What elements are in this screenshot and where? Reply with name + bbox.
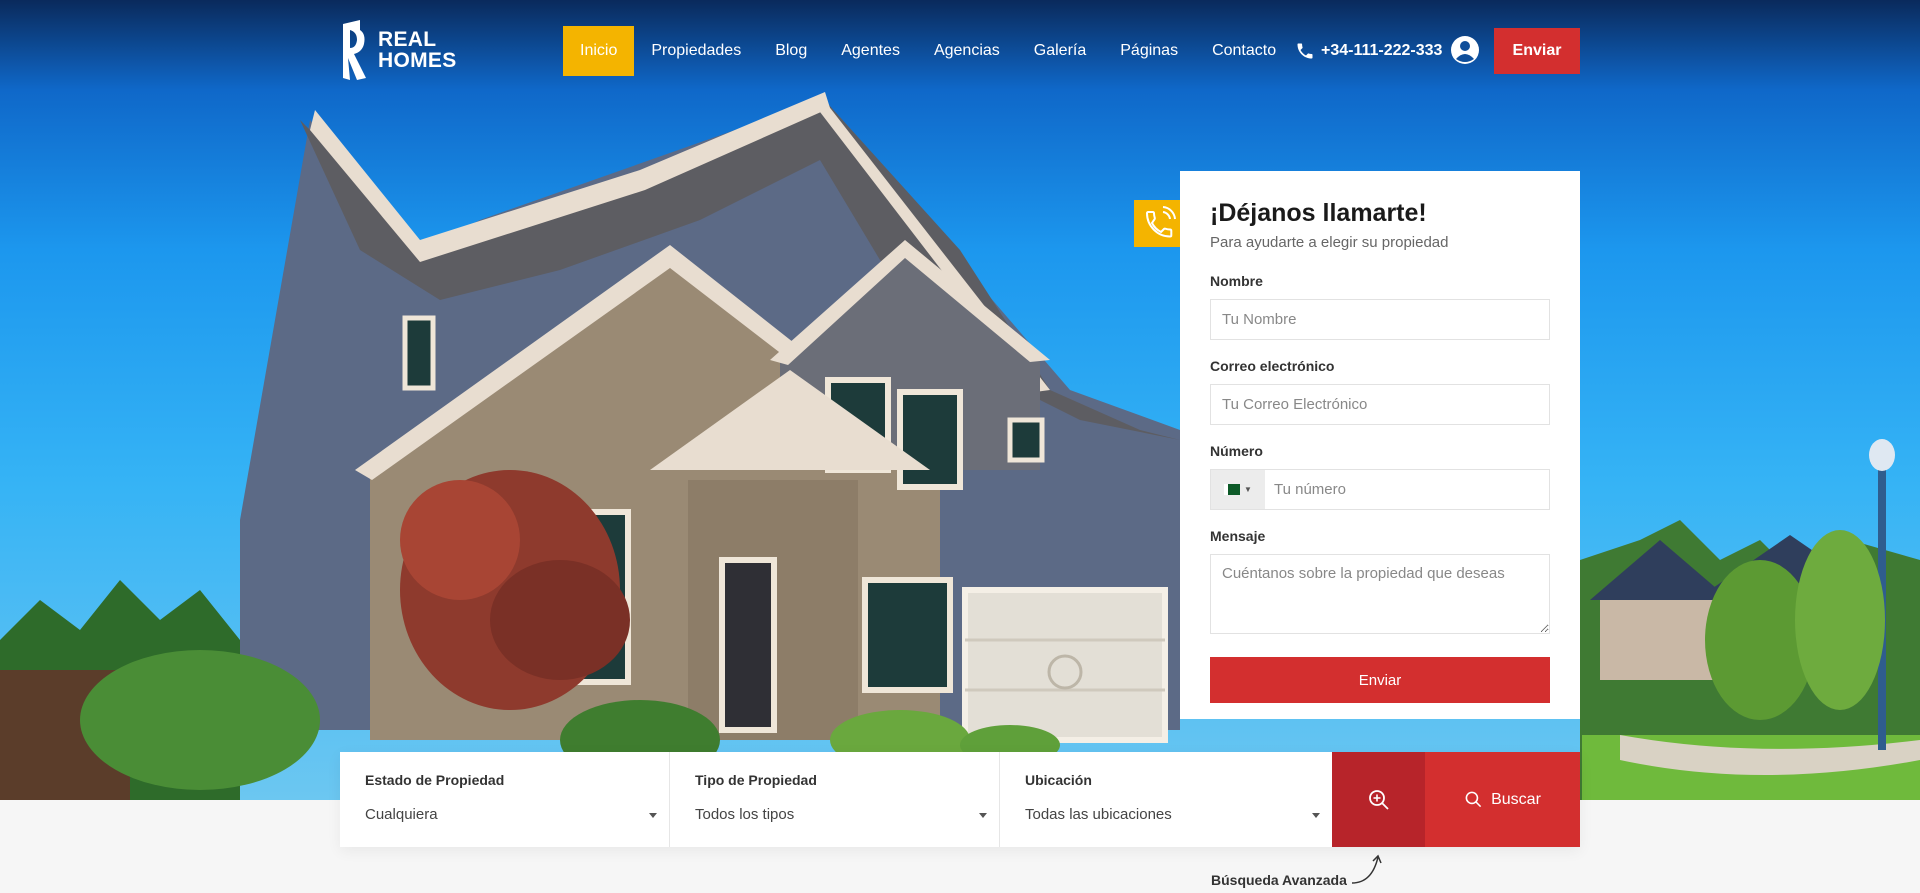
chevron-down-icon: ▼ xyxy=(1244,485,1252,494)
nav-item-propiedades[interactable]: Propiedades xyxy=(634,26,758,76)
chevron-down-icon xyxy=(649,813,657,818)
callback-subtitle: Para ayudarte a elegir su propiedad xyxy=(1210,234,1449,251)
hero-house-image xyxy=(0,92,1920,800)
callback-title: ¡Déjanos llamarte! xyxy=(1210,199,1427,227)
advanced-search-note: Búsqueda Avanzada xyxy=(1211,872,1347,888)
nav-item-agencias[interactable]: Agencias xyxy=(917,26,1017,76)
search-button-label: Buscar xyxy=(1491,790,1541,808)
logo-icon xyxy=(343,20,366,80)
property-search-bar: Estado de Propiedad Cualquiera Tipo de P… xyxy=(340,752,1580,847)
user-circle-icon[interactable] xyxy=(1450,35,1480,65)
property-status-select[interactable]: Estado de Propiedad Cualquiera xyxy=(340,752,670,847)
nav-item-galeria[interactable]: Galería xyxy=(1017,26,1103,76)
nav-item-contacto[interactable]: Contacto xyxy=(1195,26,1293,76)
property-status-label: Estado de Propiedad xyxy=(365,772,505,788)
zoom-in-icon xyxy=(1368,789,1389,810)
nav-item-inicio[interactable]: Inicio xyxy=(563,26,635,76)
name-field[interactable] xyxy=(1210,299,1550,340)
callback-form: ¡Déjanos llamarte! Para ayudarte a elegi… xyxy=(1180,171,1580,719)
hero-section xyxy=(0,0,1920,800)
location-value: Todas las ubicaciones xyxy=(1025,806,1172,823)
search-icon xyxy=(1465,791,1482,808)
message-label: Mensaje xyxy=(1210,528,1266,544)
message-field[interactable] xyxy=(1210,554,1550,634)
phone-icon xyxy=(1297,43,1313,59)
location-label: Ubicación xyxy=(1025,772,1092,788)
email-label: Correo electrónico xyxy=(1210,358,1335,374)
phone-number-group: ▼ xyxy=(1210,469,1550,510)
property-status-value: Cualquiera xyxy=(365,806,438,823)
search-button[interactable]: Buscar xyxy=(1425,752,1580,847)
nav-item-agentes[interactable]: Agentes xyxy=(824,26,917,76)
curved-arrow-icon xyxy=(1351,854,1382,884)
header-send-button[interactable]: Enviar xyxy=(1494,28,1580,74)
header-phone[interactable]: +34-111-222-333 xyxy=(1295,26,1442,76)
chevron-down-icon xyxy=(1312,813,1320,818)
callback-submit-button[interactable]: Enviar xyxy=(1210,657,1550,703)
flag-icon xyxy=(1224,484,1241,495)
advanced-search-button[interactable] xyxy=(1332,752,1425,847)
nav-item-blog[interactable]: Blog xyxy=(758,26,824,76)
property-type-label: Tipo de Propiedad xyxy=(695,772,817,788)
name-label: Nombre xyxy=(1210,273,1263,289)
header-phone-number: +34-111-222-333 xyxy=(1321,42,1443,59)
property-type-value: Todos los tipos xyxy=(695,806,795,823)
number-label: Número xyxy=(1210,443,1263,459)
country-code-select[interactable]: ▼ xyxy=(1211,470,1265,509)
logo-line-1: REAL xyxy=(378,28,437,51)
nav-item-paginas[interactable]: Páginas xyxy=(1103,26,1195,76)
logo-line-2: HOMES xyxy=(378,49,457,72)
phone-number-field[interactable] xyxy=(1265,470,1549,509)
location-select[interactable]: Ubicación Todas las ubicaciones xyxy=(1000,752,1332,847)
property-type-select[interactable]: Tipo de Propiedad Todos los tipos xyxy=(670,752,1000,847)
logo-text: REAL HOMES xyxy=(378,29,457,71)
email-field[interactable] xyxy=(1210,384,1550,425)
brand-logo[interactable]: REAL HOMES xyxy=(340,20,457,80)
chevron-down-icon xyxy=(979,813,987,818)
main-nav: Inicio Propiedades Blog Agentes Agencias… xyxy=(563,26,1293,76)
